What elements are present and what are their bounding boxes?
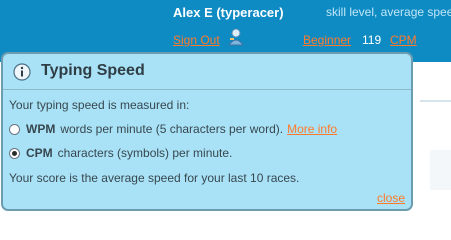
average-speed-value: 119 — [362, 33, 382, 47]
wpm-description: words per minute (5 characters per word)… — [60, 122, 284, 136]
option-cpm[interactable]: CPM characters (symbols) per minute. — [9, 146, 232, 160]
cpm-code: CPM — [26, 146, 53, 160]
cpm-radio[interactable] — [9, 147, 20, 159]
more-info-link[interactable]: More info — [287, 122, 337, 136]
cpm-description: characters (symbols) per minute. — [57, 146, 233, 160]
wpm-code: WPM — [26, 122, 56, 136]
speed-unit-link[interactable]: CPM — [390, 33, 417, 47]
wpm-radio[interactable] — [9, 123, 20, 135]
popup-divider — [3, 89, 411, 90]
skill-level-text: skill level, average speed — [326, 5, 451, 19]
info-icon — [13, 63, 31, 81]
background-divider — [420, 100, 451, 102]
sign-out-link[interactable]: Sign Out — [173, 33, 220, 47]
score-explanation: Your score is the average speed for your… — [9, 171, 300, 185]
option-wpm[interactable]: WPM words per minute (5 characters per w… — [9, 122, 337, 136]
background-panel — [430, 150, 451, 190]
popup-title: Typing Speed — [41, 62, 145, 79]
username: Alex E (typeracer) — [173, 5, 284, 20]
skill-level-link[interactable]: Beginner — [303, 33, 351, 47]
user-icon[interactable] — [226, 27, 246, 47]
typing-speed-popup: Typing Speed Your typing speed is measur… — [1, 52, 413, 211]
intro-text: Your typing speed is measured in: — [9, 98, 190, 112]
close-link[interactable]: close — [377, 191, 405, 205]
